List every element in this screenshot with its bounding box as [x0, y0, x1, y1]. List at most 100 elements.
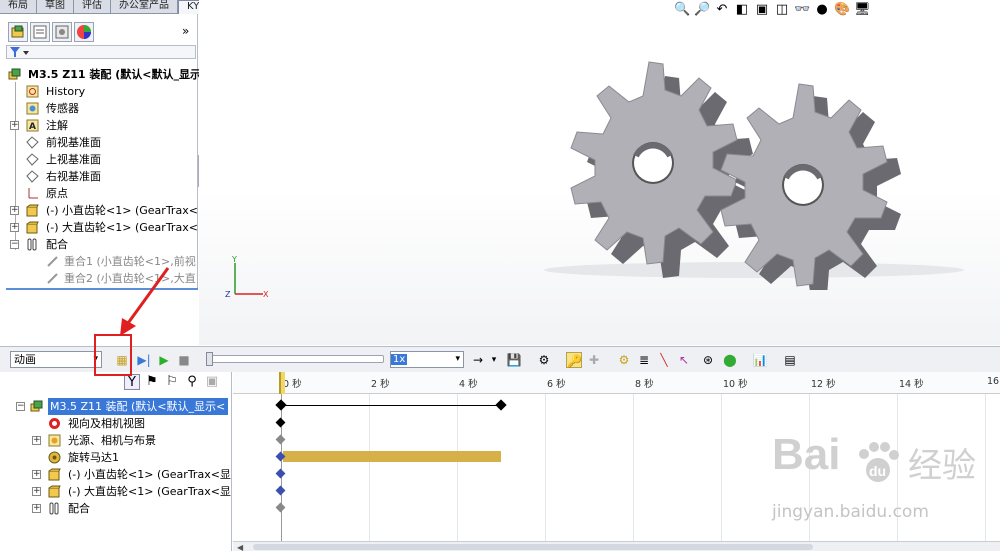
gear-assembly-model[interactable] — [539, 60, 969, 290]
mates-icon — [49, 502, 59, 515]
expand-panel-icon[interactable]: » — [182, 24, 189, 38]
dropdown-arrow-icon[interactable]: ▾ — [486, 352, 502, 368]
time-bar-handle[interactable] — [279, 372, 285, 394]
motion-study-properties-icon[interactable]: ▤ — [782, 352, 798, 368]
section-view-icon[interactable]: ◧ — [734, 2, 750, 18]
tab-sketch[interactable]: 草图 — [37, 0, 74, 14]
timeline-tick-label: 8 秒 — [635, 379, 654, 390]
keypoint-mates[interactable] — [275, 502, 286, 513]
tree-item-label: 原点 — [46, 187, 68, 200]
results-plots-icon[interactable]: 📊 — [752, 352, 768, 368]
tree-item-label: 右视基准面 — [46, 170, 101, 183]
add-key-icon[interactable]: ✚ — [586, 352, 602, 368]
slider-thumb[interactable] — [206, 352, 213, 366]
timeline-tick-label: 12 秒 — [811, 379, 836, 390]
expand-icon[interactable]: + — [10, 223, 19, 232]
collapse-icon[interactable]: − — [10, 240, 19, 249]
motion-tree-item-label: 配合 — [68, 502, 90, 515]
filter-results-icon[interactable]: ⚲ — [184, 374, 200, 390]
mate-icon — [47, 273, 58, 284]
large-gear[interactable] — [720, 83, 901, 290]
keypoint-end[interactable] — [495, 399, 507, 411]
animation-wizard-icon[interactable]: ⚙ — [536, 352, 552, 368]
heads-up-toolbar: 🔍 🔎 ↶ ◧ ▣ ◫ 👓 ● 🎨 🖥 — [674, 2, 871, 20]
study-type-select[interactable]: 动画 ▾ — [10, 351, 102, 368]
timeline-tick-label: 14 秒 — [899, 379, 924, 390]
assembly-icon — [30, 400, 43, 412]
timeline-ruler[interactable]: 0 秒 2 秒 4 秒 6 秒 8 秒 10 秒 12 秒 14 秒 16 — [233, 372, 1000, 394]
filter-animated-icon[interactable]: Y — [124, 374, 140, 390]
scrollbar-thumb[interactable] — [253, 544, 813, 550]
display-style-icon[interactable]: ◫ — [774, 2, 790, 18]
configuration-manager-tab-icon[interactable] — [52, 22, 72, 42]
view-settings-icon[interactable]: 🖥 — [854, 2, 871, 18]
expand-icon[interactable]: + — [32, 436, 41, 445]
keypoint-view[interactable] — [275, 417, 286, 428]
play-from-start-icon[interactable]: ▶| — [136, 352, 152, 368]
expand-icon[interactable]: + — [32, 470, 41, 479]
expand-icon[interactable]: + — [10, 121, 19, 130]
filter-bar[interactable] — [6, 45, 196, 59]
motion-manager-tree: Y ⚑ ⚐ ⚲ ▣ − M3.5 Z11 装配 (默认<默认_显示< 视向及相机… — [6, 372, 232, 551]
graphics-viewport[interactable]: 🔍 🔎 ↶ ◧ ▣ ◫ 👓 ● 🎨 🖥 Y X Z — [199, 0, 1000, 345]
save-animation-icon[interactable]: 💾 — [506, 352, 522, 368]
tab-layout[interactable]: 布局 — [0, 0, 37, 14]
display-manager-tab-icon[interactable] — [74, 22, 94, 42]
origin-icon — [28, 188, 38, 199]
previous-view-icon[interactable]: ↶ — [714, 2, 730, 18]
filter-icon — [10, 47, 29, 57]
svg-text:A: A — [29, 122, 36, 132]
expand-icon[interactable]: + — [32, 487, 41, 496]
timeline-horizontal-scrollbar[interactable]: ◀ — [233, 541, 1000, 552]
keypoint-lights[interactable] — [275, 434, 286, 445]
timeline-tick-label: 2 秒 — [371, 379, 390, 390]
spring-icon[interactable]: ≣ — [636, 352, 652, 368]
zoom-to-fit-icon[interactable]: 🔍 — [674, 2, 690, 18]
filter-driving-icon[interactable]: ⚑ — [144, 374, 160, 390]
edit-appearance-icon[interactable]: ● — [814, 2, 830, 18]
collapse-icon[interactable]: − — [16, 402, 25, 411]
motor-timeline-bar[interactable] — [283, 451, 501, 462]
plane-icon — [26, 153, 39, 166]
plane-icon — [26, 170, 39, 183]
keypoint-start[interactable] — [275, 399, 287, 411]
play-icon[interactable]: ▶ — [156, 352, 172, 368]
watermark-brand-2: 经验 — [908, 446, 976, 486]
svg-text:X: X — [263, 290, 269, 299]
keypoint-large-gear[interactable] — [275, 485, 286, 496]
annotation-icon: A — [26, 119, 39, 132]
filter-selected-icon[interactable]: ⚐ — [164, 374, 180, 390]
zoom-to-area-icon[interactable]: 🔎 — [694, 2, 710, 18]
motor-icon[interactable]: ⚙ — [616, 352, 632, 368]
tab-evaluate[interactable]: 评估 — [74, 0, 111, 14]
dropdown-arrow-icon: ▾ — [455, 354, 460, 364]
contact-icon[interactable]: ⊛ — [700, 352, 716, 368]
property-manager-tab-icon[interactable] — [30, 22, 50, 42]
stop-icon[interactable]: ■ — [176, 352, 192, 368]
keypoint-small-gear[interactable] — [275, 468, 286, 479]
expand-icon[interactable]: + — [32, 504, 41, 513]
damper-icon[interactable]: ╲ — [656, 352, 672, 368]
hide-show-items-icon[interactable]: 👓 — [794, 2, 810, 18]
feature-manager-tab-icon[interactable] — [8, 22, 28, 42]
view-orientation-icon[interactable]: ▣ — [754, 2, 770, 18]
playback-slider[interactable] — [206, 352, 384, 366]
force-icon[interactable]: ↖ — [676, 352, 692, 368]
history-icon — [26, 85, 39, 98]
time-bar[interactable] — [281, 394, 282, 541]
tab-office-products[interactable]: 办公室产品 — [111, 0, 178, 14]
camera-view-icon — [49, 418, 60, 429]
highlight-box — [94, 334, 132, 376]
playback-speed-select[interactable]: 1x ▾ — [390, 351, 464, 368]
tree-item-label: History — [46, 85, 86, 98]
autosize-icon[interactable]: ▣ — [204, 374, 220, 390]
expand-icon[interactable]: + — [10, 206, 19, 215]
playback-mode-icon[interactable]: → — [470, 352, 486, 368]
part-icon — [48, 485, 61, 498]
gravity-icon[interactable]: ⬤ — [722, 352, 738, 368]
apply-scene-icon[interactable]: 🎨 — [834, 2, 850, 18]
annotation-arrow — [120, 267, 170, 336]
playback-speed-value: 1x — [391, 354, 408, 365]
autokey-icon[interactable]: 🔑 — [566, 352, 582, 368]
root-timeline-track[interactable] — [281, 405, 501, 406]
